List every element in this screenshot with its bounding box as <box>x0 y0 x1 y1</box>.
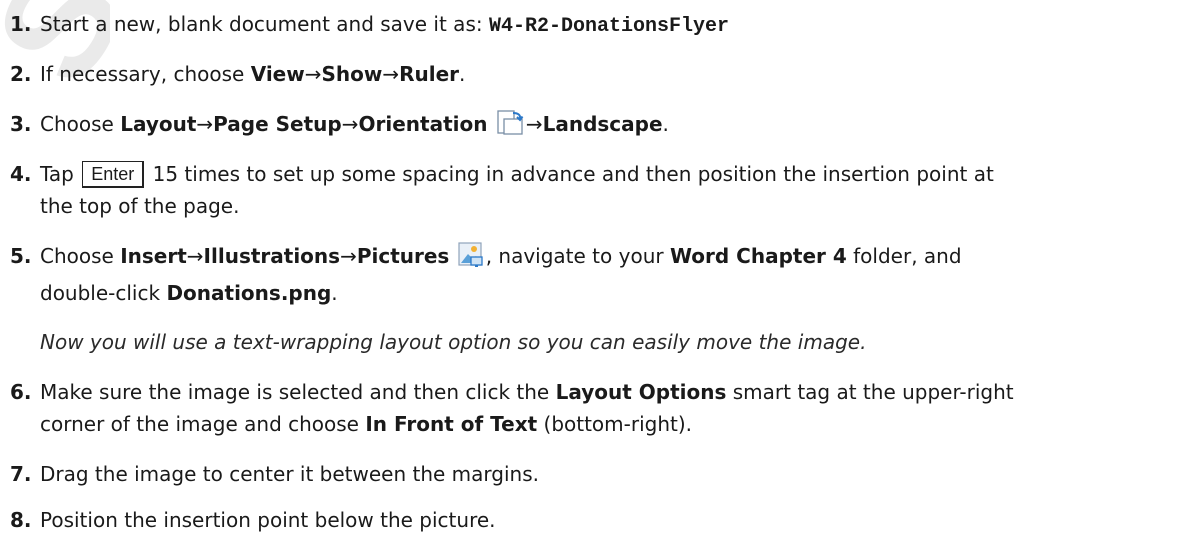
pictures-icon <box>458 242 484 277</box>
step-8: 8. Position the insertion point below th… <box>10 504 1200 536</box>
step-4: 4. Tap Enter 15 times to set up some spa… <box>10 158 1200 222</box>
menu-pictures: Pictures <box>356 244 450 268</box>
arrow-icon: → <box>341 112 359 136</box>
menu-page-setup: Page Setup <box>213 112 342 136</box>
menu-landscape: Landscape <box>542 112 663 136</box>
step-text: 15 times to set up some spacing in advan… <box>152 162 994 186</box>
step-number: 1. <box>10 12 32 36</box>
step-6: 6. Make sure the image is selected and t… <box>10 376 1200 440</box>
step-2: 2. If necessary, choose View→Show→Ruler. <box>10 58 1200 90</box>
step-number: 5. <box>10 244 32 268</box>
arrow-icon: → <box>382 62 400 86</box>
step-number: 7. <box>10 462 32 486</box>
menu-layout: Layout <box>120 112 197 136</box>
file-name: W4-R2-DonationsFlyer <box>488 15 730 38</box>
arrow-icon: → <box>186 244 204 268</box>
step-7: 7. Drag the image to center it between t… <box>10 458 1200 490</box>
step-text: Choose <box>40 112 114 136</box>
step-5: 5. Choose Insert→Illustrations→Pictures … <box>10 240 1200 309</box>
folder-name: Word Chapter 4 <box>669 244 847 268</box>
layout-options-label: Layout Options <box>555 380 727 404</box>
image-file-name: Donations.png <box>166 281 332 305</box>
menu-insert: Insert <box>120 244 187 268</box>
step-number: 2. <box>10 62 32 86</box>
step-text: the top of the page. <box>40 194 240 218</box>
step-1: 1. Start a new, blank document and save … <box>10 8 1200 43</box>
step-3: 3. Choose Layout→Page Setup→Orientation … <box>10 108 1200 145</box>
arrow-icon: → <box>304 62 322 86</box>
in-front-of-text-label: In Front of Text <box>365 412 538 436</box>
menu-ruler: Ruler <box>399 62 460 86</box>
menu-orientation: Orientation <box>358 112 488 136</box>
step-text: Tap <box>40 162 74 186</box>
instruction-note: Now you will use a text-wrapping layout … <box>40 330 867 354</box>
step-number: 8. <box>10 508 32 532</box>
arrow-icon: → <box>196 112 214 136</box>
menu-show: Show <box>321 62 383 86</box>
arrow-icon: → <box>340 244 357 268</box>
step-text: Start a new, blank document and save it … <box>40 12 483 36</box>
enter-key: Enter <box>82 161 145 188</box>
step-number: 4. <box>10 162 32 186</box>
menu-illustrations: Illustrations <box>203 244 341 268</box>
step-number: 3. <box>10 112 32 136</box>
menu-view: View <box>250 62 305 86</box>
arrow-icon: → <box>525 112 543 136</box>
orientation-icon <box>496 110 524 145</box>
step-text: Choose <box>40 244 114 268</box>
step-text: If necessary, choose <box>40 62 245 86</box>
step-number: 6. <box>10 380 32 404</box>
